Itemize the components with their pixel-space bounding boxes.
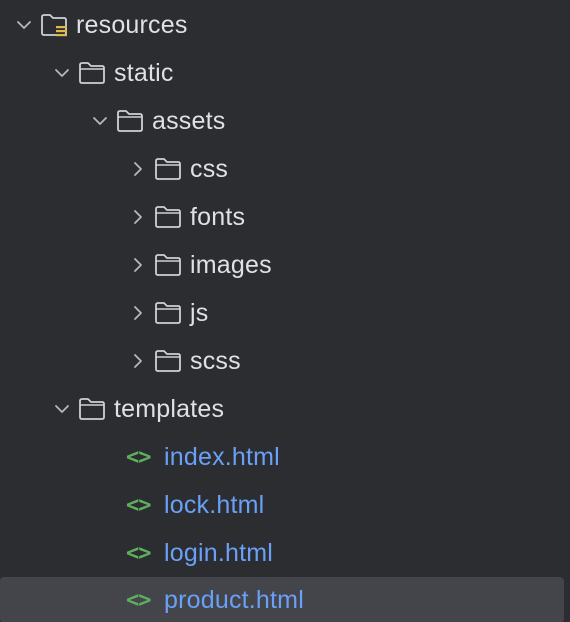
html-file-icon: <> <box>126 444 151 470</box>
tree-row-lock-html[interactable]: <> lock.html <box>0 482 564 528</box>
tree-row-login-html[interactable]: <> login.html <box>0 530 564 576</box>
tree-row-label: assets <box>152 106 226 135</box>
tree-row-product-html[interactable]: <> product.html <box>0 577 564 622</box>
tree-row-css[interactable]: css <box>0 146 564 192</box>
tree-row-label: js <box>190 298 209 327</box>
tree-row-index-html[interactable]: <> index.html <box>0 434 564 480</box>
folder-icon <box>154 156 184 182</box>
tree-row-label: images <box>190 250 272 279</box>
html-file-icon: <> <box>126 492 151 518</box>
tree-row-resources[interactable]: resources <box>0 2 564 48</box>
tree-row-templates[interactable]: templates <box>0 386 564 432</box>
tree-row-label: login.html <box>164 538 273 567</box>
chevron-down-icon[interactable] <box>12 13 36 37</box>
tree-row-label: css <box>190 154 229 183</box>
chevron-right-icon[interactable] <box>126 301 150 325</box>
chevron-right-icon[interactable] <box>126 205 150 229</box>
folder-icon <box>78 60 108 86</box>
tree-row-label: templates <box>114 394 225 423</box>
tree-row-images[interactable]: images <box>0 242 564 288</box>
resource-folder-icon <box>40 12 70 38</box>
tree-row-label: scss <box>190 346 241 375</box>
tree-row-js[interactable]: js <box>0 290 564 336</box>
tree-row-scss[interactable]: scss <box>0 338 564 384</box>
chevron-down-icon[interactable] <box>50 397 74 421</box>
chevron-right-icon[interactable] <box>126 253 150 277</box>
chevron-down-icon[interactable] <box>88 109 112 133</box>
folder-icon <box>154 348 184 374</box>
folder-icon <box>154 252 184 278</box>
folder-icon <box>116 108 146 134</box>
folder-icon <box>78 396 108 422</box>
tree-row-assets[interactable]: assets <box>0 98 564 144</box>
tree-row-fonts[interactable]: fonts <box>0 194 564 240</box>
tree-row-label: index.html <box>164 442 280 471</box>
tree-row-label: lock.html <box>164 490 265 519</box>
tree-row-static[interactable]: static <box>0 50 564 96</box>
tree-row-label: fonts <box>190 202 246 231</box>
tree-row-label: product.html <box>164 585 304 614</box>
folder-icon <box>154 300 184 326</box>
tree-row-label: static <box>114 58 174 87</box>
html-file-icon: <> <box>126 587 151 613</box>
chevron-right-icon[interactable] <box>126 349 150 373</box>
tree-row-label: resources <box>76 10 188 39</box>
chevron-down-icon[interactable] <box>50 61 74 85</box>
folder-icon <box>154 204 184 230</box>
chevron-right-icon[interactable] <box>126 157 150 181</box>
project-file-tree: resources static assets css fonts images… <box>0 0 570 622</box>
html-file-icon: <> <box>126 540 151 566</box>
